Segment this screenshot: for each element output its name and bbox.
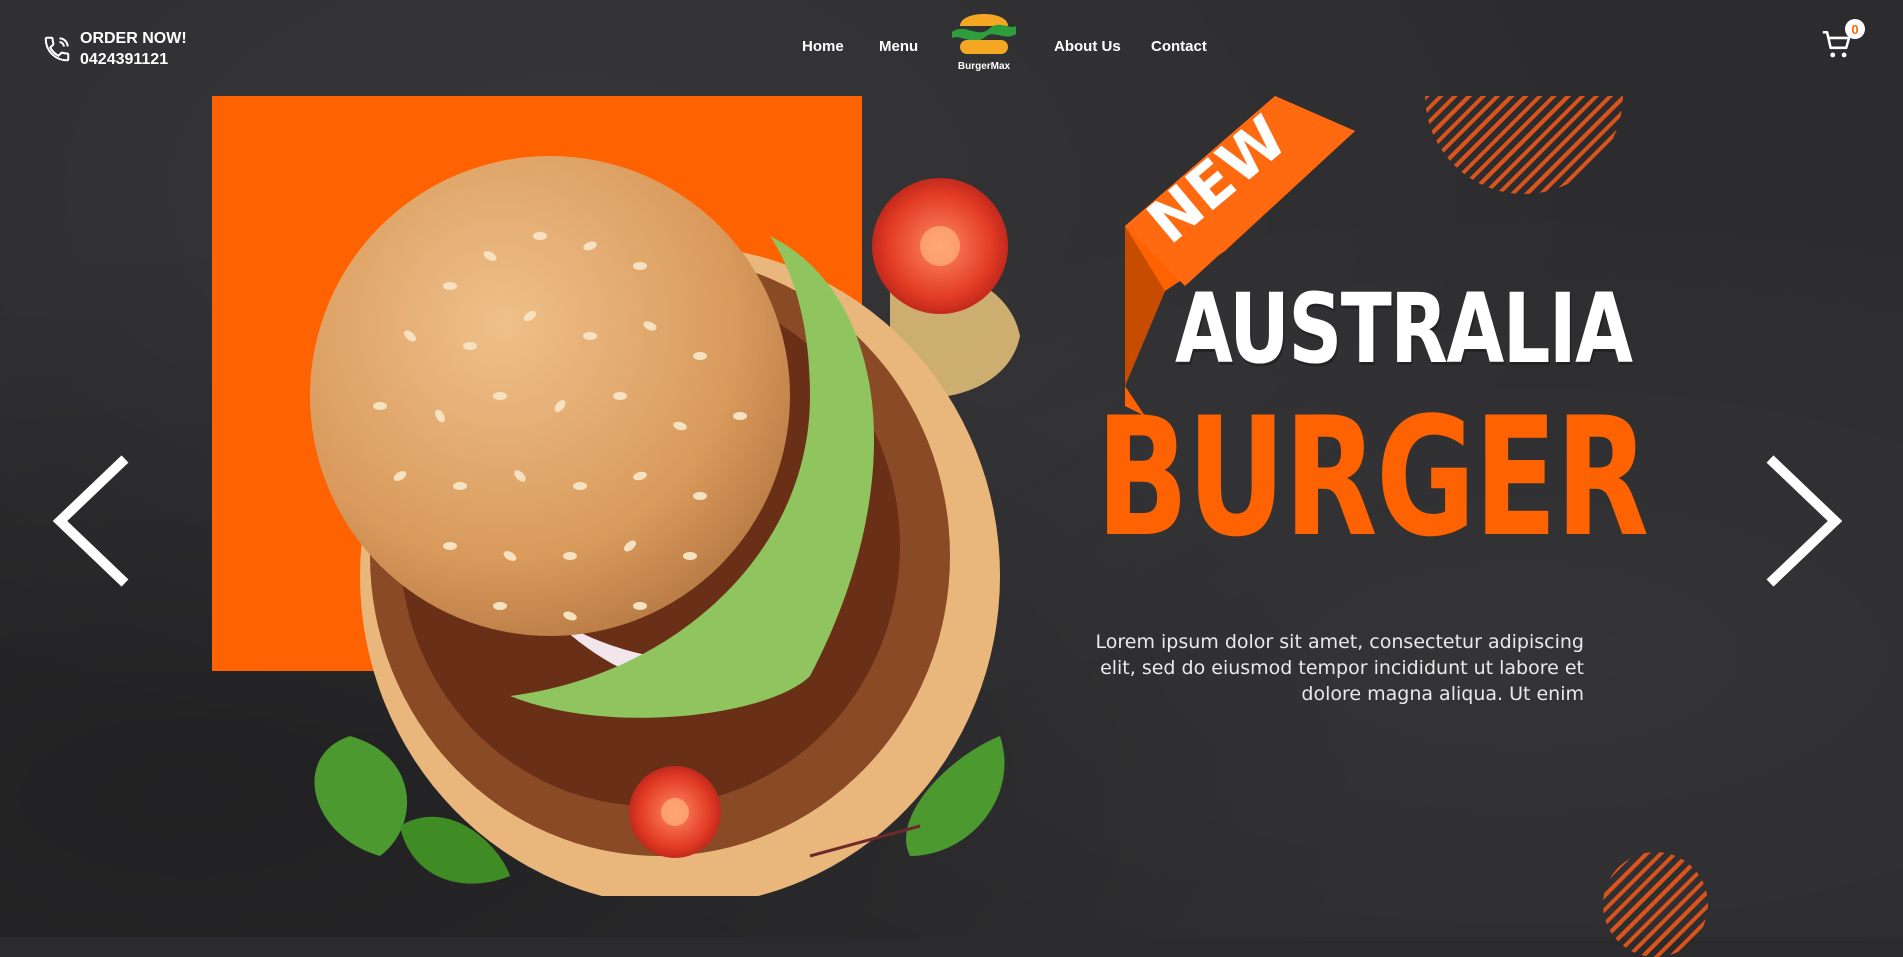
hatched-circle-bottom — [1603, 852, 1708, 957]
title-line-burger: BURGER — [1096, 382, 1649, 573]
logo-name: BurgerMax — [957, 61, 1011, 72]
chevron-left-icon[interactable] — [50, 451, 130, 591]
burger-logo-icon — [952, 14, 1016, 54]
header: ORDER NOW! 0424391121 Home Menu BurgerMa… — [0, 0, 1903, 96]
phone-number: 0424391121 — [80, 51, 169, 68]
hero-description: Lorem ipsum dolor sit amet, consectetur … — [1095, 631, 1585, 705]
hero-slider: NEW AUSTRALIA BURGER Lorem ipsum dolor s… — [0, 96, 1903, 957]
logo[interactable]: BurgerMax — [948, 6, 1020, 76]
title-line-australia: AUSTRALIA — [1175, 273, 1633, 385]
nav-home[interactable]: Home — [802, 38, 844, 55]
nav-menu[interactable]: Menu — [879, 38, 918, 55]
phone-icon — [44, 36, 70, 62]
chevron-right-icon[interactable] — [1765, 451, 1845, 591]
nav-about-us[interactable]: About Us — [1054, 38, 1121, 55]
order-now[interactable]: ORDER NOW! 0424391121 — [42, 28, 187, 70]
order-label: ORDER NOW! — [80, 30, 187, 47]
nav-contact[interactable]: Contact — [1151, 38, 1207, 55]
burger-image — [310, 156, 1020, 896]
cart-count-badge: 0 — [1845, 19, 1865, 39]
